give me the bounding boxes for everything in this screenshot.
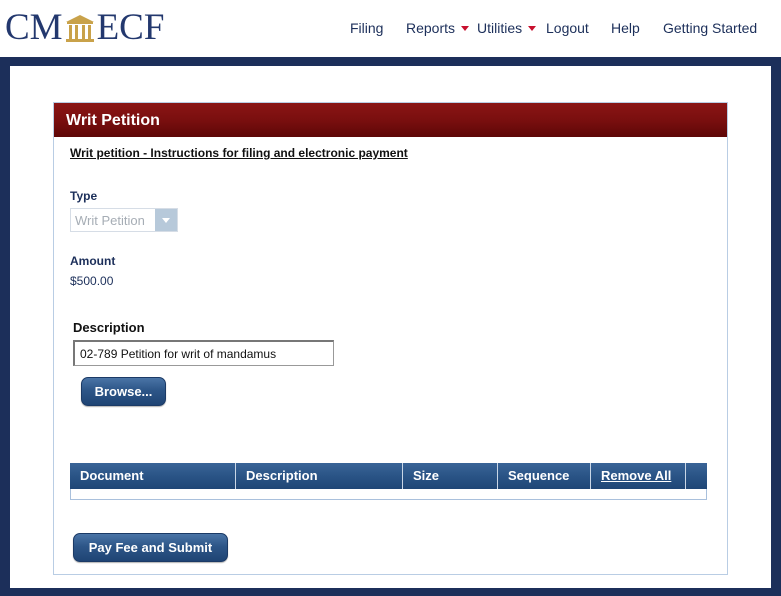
nav-utilities-label: Utilities [477,20,523,36]
type-select[interactable]: Writ Petition [70,208,178,232]
nav-filing[interactable]: Filing [350,19,383,37]
table-header: Document Description Size Sequence Remov… [70,463,707,489]
column-header-description: Description [236,463,403,489]
writ-petition-panel: Writ Petition Writ petition - Instructio… [53,102,728,575]
top-bar: CM ECF Filing Reports Utilities Logout H… [0,0,781,57]
document-table: Document Description Size Sequence Remov… [70,463,707,500]
browse-button-label: Browse... [94,384,153,399]
instructions-link[interactable]: Writ petition - Instructions for filing … [70,146,408,160]
pay-fee-submit-button[interactable]: Pay Fee and Submit [73,533,228,562]
remove-all-link[interactable]: Remove All [591,463,686,489]
nav-utilities[interactable]: Utilities [477,19,537,37]
description-label: Description [73,320,145,335]
nav-logout[interactable]: Logout [546,19,589,37]
browse-button[interactable]: Browse... [81,377,166,406]
nav-help-label: Help [611,20,640,36]
column-header-document: Document [70,463,236,489]
courthouse-icon [65,15,94,42]
dropdown-caret-icon [461,25,470,31]
nav-getting-started-label: Getting Started [663,20,758,36]
nav-help[interactable]: Help [611,19,640,37]
type-select-value: Writ Petition [75,213,145,228]
nav-logout-label: Logout [546,20,589,36]
amount-value: $500.00 [70,274,114,288]
panel-title: Writ Petition [66,112,160,129]
table-body [70,489,707,500]
amount-label: Amount [70,254,116,268]
pay-fee-submit-label: Pay Fee and Submit [88,540,213,555]
panel-header: Writ Petition [54,103,727,137]
nav-reports[interactable]: Reports [406,19,470,37]
column-header-size: Size [403,463,498,489]
type-label: Type [70,189,98,203]
logo-text-left: CM [5,7,63,48]
nav-reports-label: Reports [406,20,456,36]
logo-text-right: ECF [96,7,165,48]
column-header-sequence: Sequence [498,463,591,489]
nav-getting-started[interactable]: Getting Started [663,19,757,37]
chevron-down-icon[interactable] [155,209,177,231]
dropdown-caret-icon [528,25,537,31]
description-input[interactable] [73,340,334,366]
cmecf-logo[interactable]: CM ECF [5,7,165,48]
nav-filing-label: Filing [350,20,384,36]
